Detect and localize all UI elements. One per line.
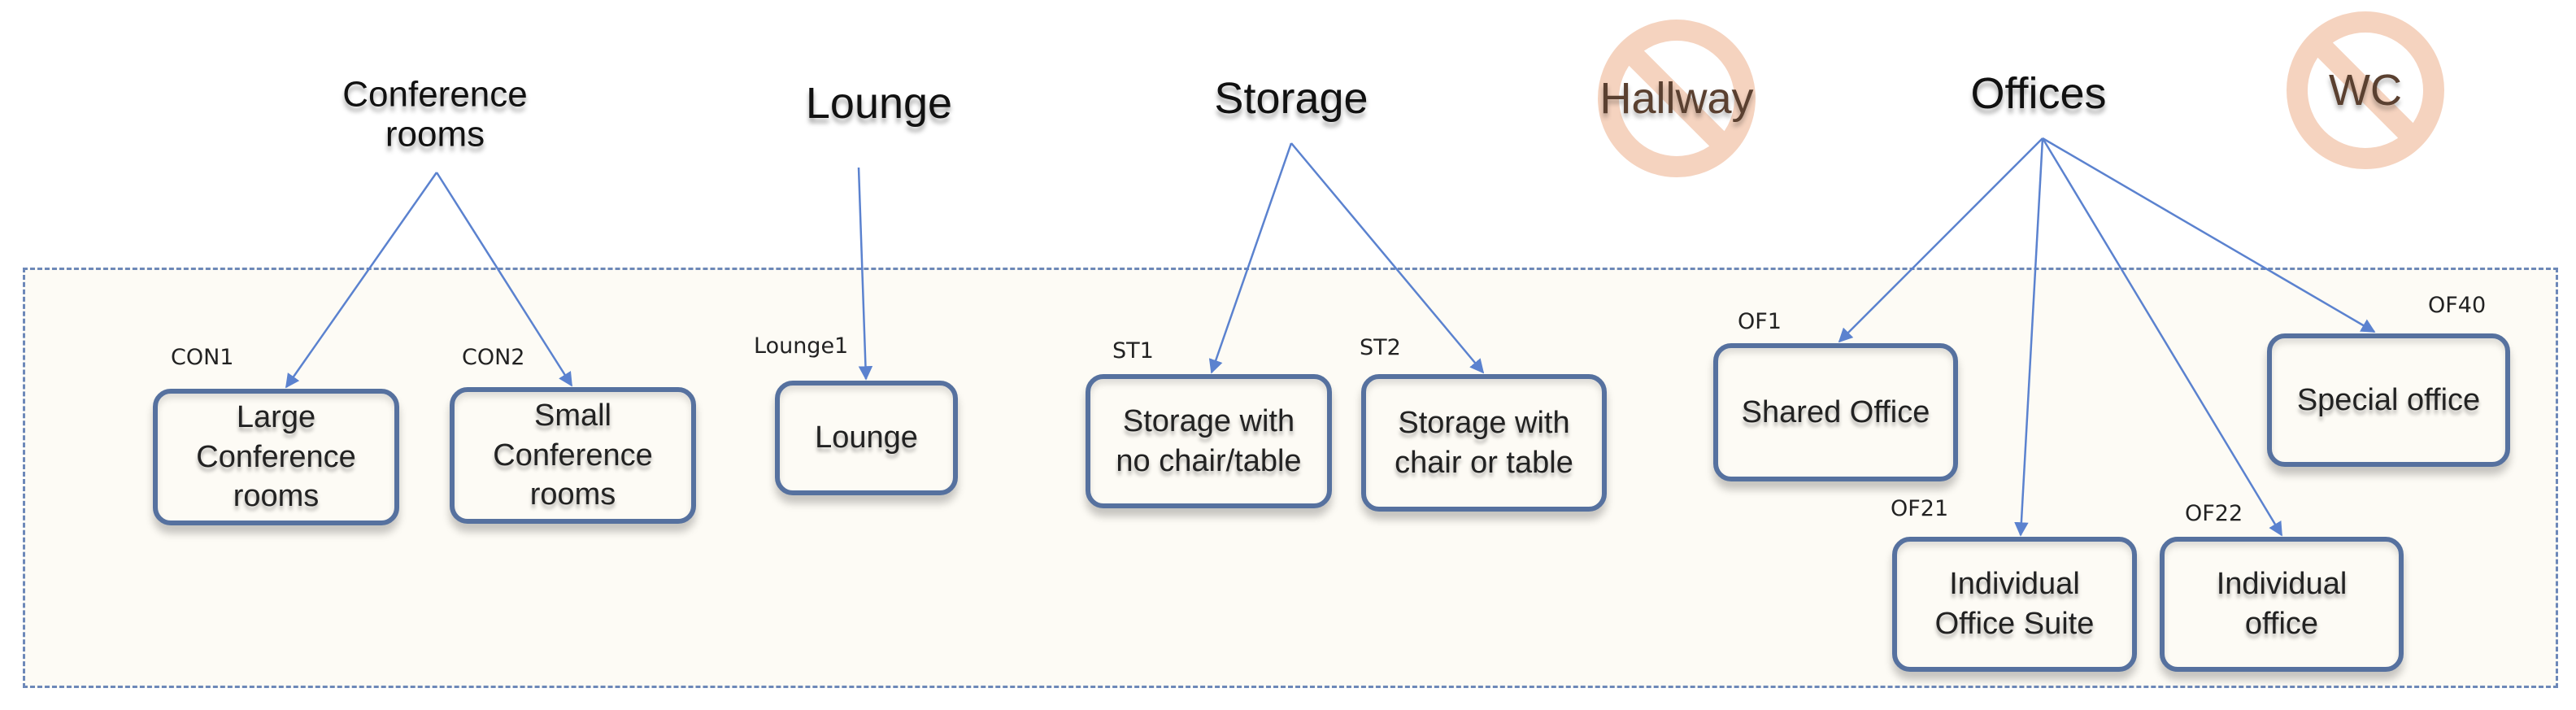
- node-shared-office[interactable]: Shared Office: [1713, 343, 1958, 481]
- category-label: Offices: [1970, 68, 2107, 118]
- node-label: Small Conference rooms: [493, 399, 653, 512]
- edge-offices-to-of1: [1838, 137, 2043, 343]
- category-offices: Offices: [1970, 69, 2106, 118]
- edge-offices-to-of21: [2014, 137, 2044, 537]
- category-label: Storage: [1214, 73, 1368, 123]
- edge-conference-to-con1: [285, 172, 438, 389]
- category-label: Lounge: [805, 78, 953, 128]
- node-code-st2: ST2: [1360, 335, 1401, 360]
- category-conference-rooms: Conference rooms: [342, 75, 527, 155]
- category-lounge: Lounge: [806, 79, 952, 128]
- node-code-con1: CON1: [171, 345, 234, 370]
- node-code-of22: OF22: [2185, 501, 2243, 526]
- node-special-office[interactable]: Special office: [2267, 333, 2510, 467]
- node-code-of40: OF40: [2428, 293, 2487, 318]
- node-storage-with-chair-or-table[interactable]: Storage with chair or table: [1361, 374, 1607, 512]
- category-storage: Storage: [1214, 74, 1368, 123]
- node-individual-office[interactable]: Individual office: [2160, 537, 2404, 672]
- node-label: Storage with chair or table: [1395, 405, 1573, 480]
- node-large-conference-rooms[interactable]: Large Conference rooms: [153, 389, 399, 525]
- node-code-con2: CON2: [462, 345, 525, 370]
- node-individual-office-suite[interactable]: Individual Office Suite: [1892, 537, 2137, 672]
- node-label: Shared Office: [1741, 394, 1930, 429]
- node-label: Storage with no chair/table: [1116, 403, 1302, 478]
- node-label: Individual office: [2216, 567, 2348, 641]
- room-taxonomy-diagram: Conference rooms Lounge Storage Hallway …: [0, 0, 2576, 710]
- edge-storage-to-st1: [1208, 142, 1293, 374]
- node-code-lounge1: Lounge1: [754, 333, 849, 359]
- node-code-of1: OF1: [1738, 309, 1782, 334]
- category-label: WC: [2329, 66, 2402, 115]
- node-label: Individual Office Suite: [1934, 567, 2095, 641]
- edge-offices-to-of22: [2041, 137, 2283, 537]
- node-label: Large Conference rooms: [196, 400, 356, 514]
- node-label: Special office: [2296, 382, 2481, 417]
- node-storage-no-chair-table[interactable]: Storage with no chair/table: [1086, 374, 1332, 508]
- edge-lounge-to-lounge1: [857, 167, 873, 381]
- category-label: Hallway: [1599, 74, 1754, 123]
- node-lounge[interactable]: Lounge: [775, 381, 958, 495]
- node-small-conference-rooms[interactable]: Small Conference rooms: [450, 387, 696, 524]
- category-label: Conference rooms: [342, 74, 528, 155]
- category-hallway-excluded: Hallway: [1595, 17, 1758, 180]
- node-label: Lounge: [815, 420, 918, 455]
- node-code-st1: ST1: [1112, 338, 1154, 364]
- category-wc-excluded: WC: [2284, 9, 2447, 172]
- node-code-of21: OF21: [1891, 496, 1949, 521]
